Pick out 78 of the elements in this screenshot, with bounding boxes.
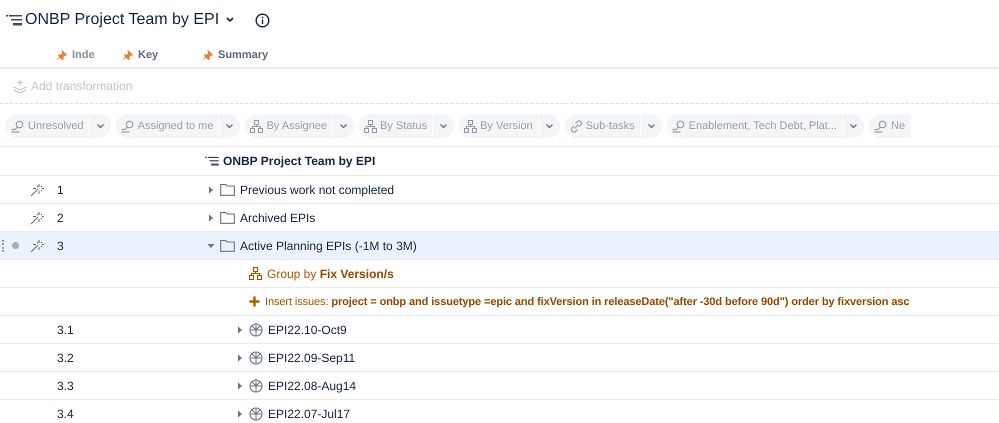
hierarchy-icon [364,120,378,132]
insert-issues-rule: Insert issues: project = onbp and issuetype =epic and fixVersion in releaseDate("after -30d before 90d") order by fixversion asc [265,296,910,308]
column-header[interactable]: Key [138,49,158,61]
dropdown-button[interactable] [333,114,354,138]
group-by-rule: Group by Fix Version/s [267,266,394,280]
structure-icon [205,156,219,166]
dropdown-button[interactable] [843,114,864,138]
hierarchy-icon [464,120,478,132]
filter-button[interactable]: Unresolved [6,114,89,138]
chevron-down-icon [339,123,348,129]
expand-toggle-icon[interactable] [207,186,215,194]
folder-name: Previous work not completed [240,182,394,196]
dropdown-button[interactable] [640,114,662,138]
folder-icon [220,183,235,196]
version-name: EPI22.07-Jul17 [268,406,350,420]
filter-button[interactable]: Enablement, Tech Debt, Plat... [666,114,842,138]
structure-name: ONBP Project Team by EPI [223,154,376,168]
info-icon[interactable] [255,12,270,28]
expand-toggle-icon[interactable] [207,214,215,222]
folder-icon [220,211,235,224]
plus-icon [249,296,260,307]
filter-button[interactable]: Sub-tasks [564,114,640,138]
filter-button[interactable]: By Version [459,114,538,138]
row-index: 2 [57,210,64,224]
folder-icon [220,239,235,252]
expand-toggle-icon[interactable] [236,326,244,334]
pin-icon[interactable] [57,50,67,60]
version-name: EPI22.10-Oct9 [268,322,347,336]
chevron-down-icon[interactable] [225,16,236,24]
selected-row[interactable]: 3 Active Planning EPIs (-1M to 3M) [0,232,999,260]
row-index: 1 [57,182,64,196]
hierarchy-icon [249,267,262,280]
folder-name: Archived EPIs [240,210,316,224]
magic-wand-icon [30,210,44,224]
structure-icon [6,14,22,26]
pin-icon[interactable] [203,50,213,60]
link-icon [570,120,583,132]
expand-toggle-icon[interactable] [236,382,244,390]
column-header[interactable]: Inde [72,49,95,61]
filter-button[interactable]: Assigned to me [116,114,218,138]
chevron-down-icon [544,123,554,129]
add-transformation-button[interactable]: Add transformation [31,79,132,93]
expand-toggle-icon[interactable] [236,354,244,362]
row-index: 3.3 [57,378,74,392]
column-header[interactable]: Summary [218,49,268,61]
expand-toggle-icon[interactable] [207,242,215,250]
structure-title[interactable]: ONBP Project Team by EPI [25,11,220,29]
magic-wand-icon [30,182,44,196]
row-index: 3 [57,238,64,252]
search-icon [120,120,135,132]
version-name: EPI22.09-Sep11 [268,350,356,364]
chevron-down-icon [225,123,234,129]
dropdown-button[interactable] [433,114,454,138]
chevron-down-icon [646,123,656,129]
dropdown-button[interactable] [538,114,560,138]
search-icon [11,120,25,132]
filter-button[interactable]: By Assignee [245,114,332,138]
hierarchy-icon [250,120,264,132]
version-name: EPI22.08-Aug14 [268,378,356,392]
drag-handle-icon[interactable] [2,240,6,252]
row-index: 3.1 [57,322,74,336]
filter-button[interactable]: By Status [359,114,432,138]
folder-name: Active Planning EPIs (-1M to 3M) [240,238,417,252]
search-icon [672,120,686,132]
chevron-down-icon [96,123,105,129]
magic-wand-icon [30,238,44,252]
chevron-down-icon [849,123,858,129]
dropdown-button[interactable] [90,114,111,138]
row-index: 3.4 [57,406,74,420]
expand-toggle-icon[interactable] [236,410,244,418]
dropdown-button[interactable] [219,114,240,138]
chevron-down-icon [439,123,448,129]
row-index: 3.2 [57,350,74,364]
search-icon [874,120,888,132]
row-dot-icon [12,242,19,249]
layers-plus-icon [13,79,27,93]
filter-button[interactable]: Ne [869,114,910,138]
pin-icon[interactable] [123,50,133,60]
